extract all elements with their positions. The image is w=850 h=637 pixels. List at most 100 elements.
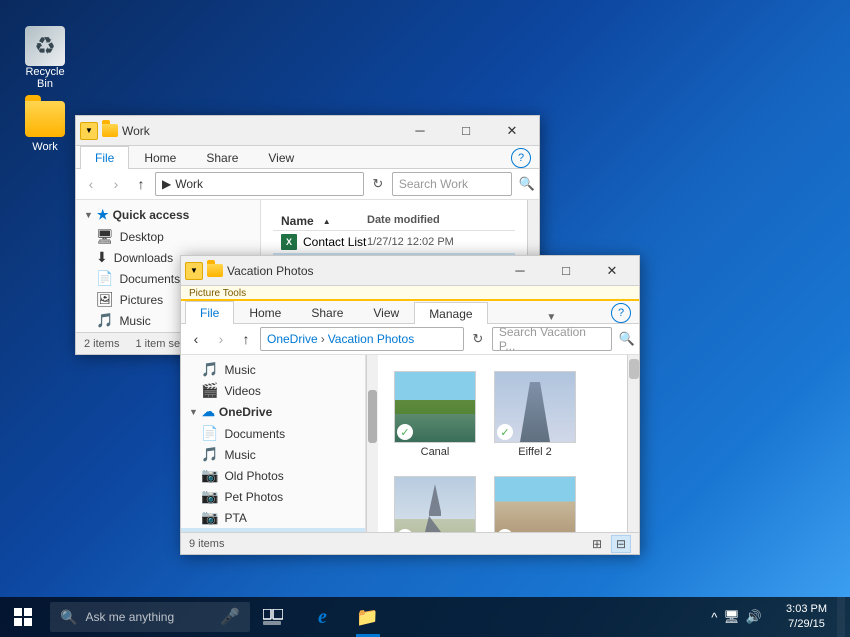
vacation-file-eiffel-tower[interactable]: ✓ Eiffel Tower xyxy=(390,472,480,532)
vacation-ribbon-arrow: ▼ xyxy=(542,309,556,323)
lozere-bg-image xyxy=(495,477,575,532)
work-back-btn[interactable]: ‹ xyxy=(80,173,102,195)
task-view-icon xyxy=(263,609,283,625)
work-sidebar-quickaccess-header[interactable]: ▼ ★ Quick access xyxy=(76,204,260,226)
vacation-file-lozere[interactable]: ✓ Lozere xyxy=(490,472,580,532)
show-desktop-btn[interactable] xyxy=(837,597,845,637)
vacation-sidebar-music[interactable]: 🎵 Music xyxy=(181,359,365,380)
work-tab-view[interactable]: View xyxy=(253,146,309,168)
recycle-bin-icon[interactable]: Recycle Bin xyxy=(10,20,80,96)
vacation-maximize-btn[interactable]: □ xyxy=(543,256,589,286)
picture-tools-label: Picture Tools xyxy=(189,288,246,299)
taskbar-file-explorer[interactable]: 📁 xyxy=(345,597,390,637)
network-icon[interactable]: 🖥 xyxy=(723,609,740,625)
work-ribbon-help[interactable]: ? xyxy=(511,148,531,168)
work-address-bar[interactable]: ▶ Work xyxy=(155,172,364,196)
taskbar-clock[interactable]: 3:03 PM 7/29/15 xyxy=(776,602,837,633)
vacation-breadcrumb-onedrive: OneDrive xyxy=(267,332,318,346)
work-sidebar-documents-label: Documents xyxy=(119,272,180,286)
vacation-status-bar: 9 items ⊞ ⊟ xyxy=(181,532,639,554)
vacation-sidebar-scrollbar[interactable] xyxy=(366,355,378,532)
start-button[interactable] xyxy=(0,597,45,637)
vacation-sidebar-onedrive-header[interactable]: ▼ ☁ OneDrive xyxy=(181,401,365,423)
music-icon: 🎵 xyxy=(96,312,113,329)
work-close-btn[interactable]: ✕ xyxy=(489,116,535,146)
documents-icon: 📄 xyxy=(96,270,113,287)
picture-tools-bar: Picture Tools xyxy=(181,286,639,301)
eiffel2-check: ✓ xyxy=(497,424,513,440)
sort-arrow: ▲ xyxy=(323,217,331,226)
work-refresh-btn[interactable]: ↻ xyxy=(367,173,389,195)
vacation-search-box[interactable]: Search Vacation P... xyxy=(492,327,612,351)
work-ribbon: File Home Share View ? xyxy=(76,146,539,169)
vacation-sidebar-cloud-icon: ☁ xyxy=(202,404,215,420)
taskbar-search[interactable]: 🔍 Ask me anything 🎤 xyxy=(50,602,250,632)
eiffel-tower-check: ✓ xyxy=(397,529,413,532)
vacation-content-scrollbar[interactable] xyxy=(627,355,639,532)
work-minimize-btn[interactable]: ─ xyxy=(397,116,443,146)
windows-logo-icon xyxy=(14,608,32,626)
vacation-up-btn[interactable]: ↑ xyxy=(235,328,257,350)
vacation-view-list-btn[interactable]: ⊞ xyxy=(587,535,607,553)
vacation-ribbon-help[interactable]: ? xyxy=(611,303,631,323)
work-sidebar-star-icon: ★ xyxy=(97,207,109,223)
show-hidden-icon[interactable]: ^ xyxy=(711,610,717,625)
vacation-address-bar[interactable]: OneDrive › Vacation Photos xyxy=(260,327,464,351)
vacation-qa-btn-1[interactable]: ▼ xyxy=(185,262,203,280)
work-tab-file[interactable]: File xyxy=(80,146,129,169)
vacation-window-controls: ─ □ ✕ xyxy=(497,256,635,286)
vacation-view-large-btn[interactable]: ⊟ xyxy=(611,535,631,553)
vacation-quick-access: ▼ xyxy=(185,262,203,280)
vacation-sidebar-onedrive-label: OneDrive xyxy=(219,405,272,419)
vacation-sidebar-pta-label: PTA xyxy=(224,511,246,525)
work-breadcrumb-icon: ▶ xyxy=(162,177,171,191)
vacation-file-canal[interactable]: ✓ Canal xyxy=(390,367,480,462)
work-maximize-btn[interactable]: □ xyxy=(443,116,489,146)
vacation-tab-share[interactable]: Share xyxy=(296,301,358,323)
cortana-mic-icon: 🎤 xyxy=(220,607,240,627)
work-search-box[interactable]: Search Work xyxy=(392,172,512,196)
work-col-name[interactable]: Name ▲ xyxy=(281,214,367,228)
vacation-search-icon[interactable]: 🔍 xyxy=(619,331,635,347)
work-sidebar-desktop[interactable]: 🖥 Desktop xyxy=(76,226,260,247)
work-col-date[interactable]: Date modified xyxy=(367,214,507,228)
taskbar-task-view[interactable] xyxy=(250,597,295,637)
work-up-btn[interactable]: ↑ xyxy=(130,173,152,195)
volume-icon[interactable]: 🔊 xyxy=(746,609,762,625)
vacation-tab-file[interactable]: File xyxy=(185,301,234,324)
vacation-tab-manage[interactable]: Manage xyxy=(414,302,487,324)
eiffel2-label: Eiffel 2 xyxy=(494,446,576,458)
vacation-back-btn[interactable]: ‹ xyxy=(185,328,207,350)
docs-icon-vac: 📄 xyxy=(201,425,218,442)
vacation-minimize-btn[interactable]: ─ xyxy=(497,256,543,286)
vacation-refresh-btn[interactable]: ↻ xyxy=(467,328,489,350)
vacation-sidebar-old-photos[interactable]: 📷 Old Photos xyxy=(181,465,365,486)
work-search-icon[interactable]: 🔍 xyxy=(519,176,535,192)
vacation-sidebar-videos[interactable]: 🎬 Videos xyxy=(181,380,365,401)
work-tab-share[interactable]: Share xyxy=(191,146,253,168)
canal-check: ✓ xyxy=(397,424,413,440)
vacation-file-eiffel2[interactable]: ✓ Eiffel 2 xyxy=(490,367,580,462)
lozere-thumbnail: ✓ xyxy=(494,476,576,532)
vacation-sidebar-documents-label: Documents xyxy=(224,427,285,441)
work-contact-list-label: Contact List xyxy=(303,235,366,249)
taskbar-systray: ^ 🖥 🔊 xyxy=(703,609,776,625)
vacation-forward-btn[interactable]: › xyxy=(210,328,232,350)
vacation-tab-home[interactable]: Home xyxy=(234,301,296,323)
work-tab-home[interactable]: Home xyxy=(129,146,191,168)
taskbar-edge[interactable]: e xyxy=(300,597,345,637)
work-address-area: ‹ › ↑ ▶ Work ↻ Search Work 🔍 xyxy=(76,169,539,200)
music-icon-vac2: 🎵 xyxy=(201,446,218,463)
work-qa-btn-1[interactable]: ▼ xyxy=(80,122,98,140)
work-file-contact-list[interactable]: X Contact List 1/27/12 12:02 PM xyxy=(273,231,515,253)
vacation-close-btn[interactable]: ✕ xyxy=(589,256,635,286)
taskbar-search-text: Ask me anything xyxy=(85,610,174,624)
vacation-tab-view[interactable]: View xyxy=(358,301,414,323)
vacation-sidebar-documents[interactable]: 📄 Documents xyxy=(181,423,365,444)
vacation-sidebar-pet-photos[interactable]: 📷 Pet Photos xyxy=(181,486,365,507)
work-folder-icon[interactable]: Work xyxy=(10,95,80,159)
vacation-sidebar-pta[interactable]: 📷 PTA xyxy=(181,507,365,528)
vacation-sidebar-pet-photos-label: Pet Photos xyxy=(224,490,283,504)
vacation-sidebar-music2[interactable]: 🎵 Music xyxy=(181,444,365,465)
work-forward-btn[interactable]: › xyxy=(105,173,127,195)
